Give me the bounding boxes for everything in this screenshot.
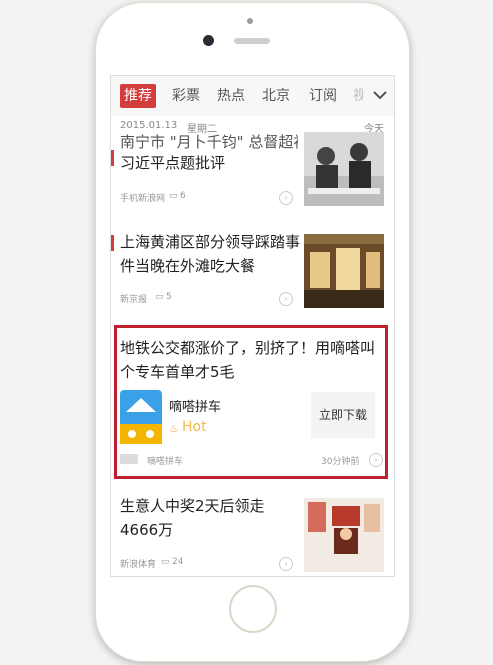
phone-speaker (234, 38, 270, 44)
ad-time: 30分钟前 (321, 457, 360, 467)
ad-title: 地铁公交都涨价了，别挤了！用嘀嗒叫个专车首单才5毛 (120, 339, 376, 381)
news-source: 新浪体育 (120, 560, 157, 570)
more-arrow-icon[interactable]: › (279, 292, 293, 306)
news-source: 新京报 (120, 295, 148, 305)
app-icon (120, 390, 162, 444)
news-thumbnail (304, 498, 384, 572)
phone-camera (203, 35, 214, 46)
chevron-down-icon[interactable] (371, 86, 389, 104)
fire-icon: ♨ (169, 422, 179, 435)
highlight-marker (111, 235, 114, 251)
ad-source: 嘀嗒拼车 (147, 457, 184, 467)
comment-icon: ▭ (161, 557, 170, 567)
phone-sensor (247, 18, 253, 24)
news-thumbnail (304, 234, 384, 308)
tab-video-partial[interactable]: 视 (353, 84, 363, 108)
tab-subscribe[interactable]: 订阅 (309, 84, 337, 108)
download-button[interactable]: 立即下载 (311, 392, 375, 438)
highlight-marker (111, 150, 114, 166)
app-screen: 推荐 彩票 热点 北京 订阅 视 2015.01.13 星期二 今天 南宁市 "… (110, 75, 395, 577)
news-source: 手机新浪网 (120, 194, 166, 204)
comment-icon: ▭ (155, 292, 164, 302)
more-arrow-icon[interactable]: › (369, 453, 383, 467)
news-thumbnail (304, 132, 384, 206)
more-arrow-icon[interactable]: › (279, 191, 293, 205)
ad-source-badge (120, 454, 138, 464)
comment-count: 6 (180, 191, 186, 201)
hot-label: Hot (182, 419, 207, 435)
tab-lottery[interactable]: 彩票 (172, 84, 200, 108)
tab-beijing[interactable]: 北京 (262, 84, 290, 108)
news-title: 上海黄浦区部分领导踩踏事件当晚在外滩吃大餐 (120, 233, 301, 275)
app-name: 嘀嗒拼车 (169, 400, 222, 415)
news-item[interactable]: 南宁市 "月卜千钧" 总督超初 习近平点题批评 手机新浪网 ▭ 6 › (111, 132, 394, 216)
tab-hot[interactable]: 热点 (217, 84, 245, 108)
home-button[interactable] (229, 585, 277, 633)
tab-recommend[interactable]: 推荐 (120, 84, 156, 108)
comment-icon: ▭ (169, 191, 178, 201)
comment-count: 5 (166, 292, 172, 302)
news-title: 习近平点题批评 (120, 154, 226, 172)
news-item[interactable]: 生意人中奖2天后领走4666万 新浪体育 ▭ 24 › (111, 490, 394, 576)
news-title: 生意人中奖2天后领走4666万 (120, 497, 265, 539)
comment-count: 24 (172, 557, 184, 567)
news-item[interactable]: 上海黄浦区部分领导踩踏事件当晚在外滩吃大餐 新京报 ▭ 5 › (111, 226, 394, 316)
ad-item[interactable]: 地铁公交都涨价了，别挤了！用嘀嗒叫个专车首单才5毛 嘀嗒拼车 ♨ Hot 立即下… (111, 328, 394, 476)
channel-tabs: 推荐 彩票 热点 北京 订阅 视 (111, 76, 394, 117)
more-arrow-icon[interactable]: › (279, 557, 293, 571)
